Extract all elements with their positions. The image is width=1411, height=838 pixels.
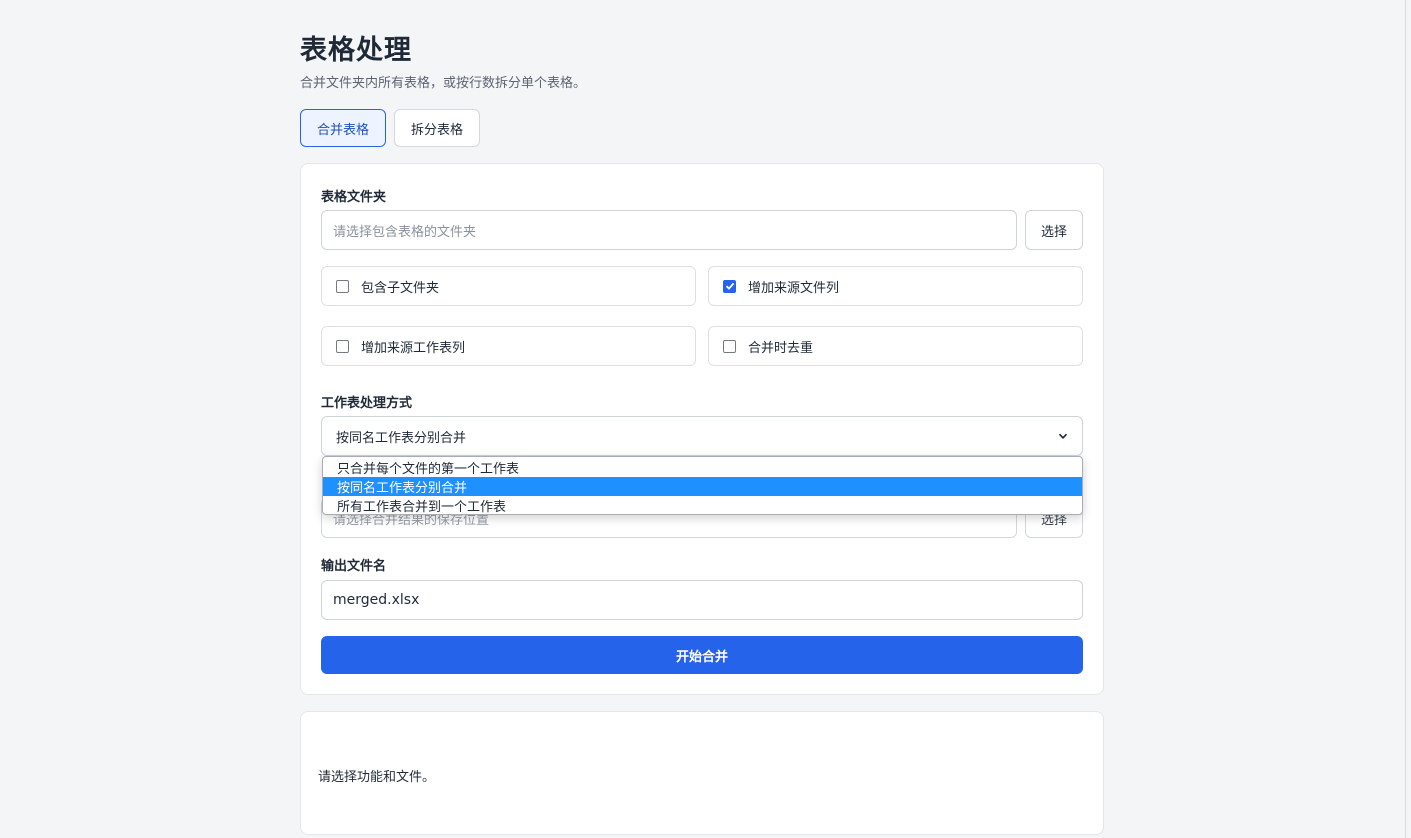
choose-folder-button[interactable]: 选择 xyxy=(1025,210,1083,250)
sheet-mode-label: 工作表处理方式 xyxy=(321,396,413,411)
dropdown-option-selected[interactable]: 按同名工作表分别合并 xyxy=(323,477,1082,496)
option-add-source-sheet-column[interactable]: 增加来源工作表列 xyxy=(321,326,696,366)
option-add-source-file-column[interactable]: 增加来源文件列 xyxy=(708,266,1083,306)
option-label: 合并时去重 xyxy=(748,340,814,356)
checkbox-checked-icon[interactable] xyxy=(723,279,736,293)
status-message: 请选择功能和文件。 xyxy=(318,770,436,785)
sheet-mode-dropdown: 只合并每个文件的第一个工作表 按同名工作表分别合并 所有工作表合并到一个工作表 xyxy=(322,456,1083,515)
merge-form-card: 表格文件夹 请选择包含表格的文件夹 选择 包含子文件夹 增加来源文件列 增加来源… xyxy=(300,163,1104,695)
chevron-down-icon xyxy=(1058,433,1068,439)
option-label: 增加来源文件列 xyxy=(748,280,840,296)
dropdown-option[interactable]: 所有工作表合并到一个工作表 xyxy=(323,496,1082,515)
option-label: 包含子文件夹 xyxy=(361,280,440,296)
folder-input[interactable]: 请选择包含表格的文件夹 xyxy=(321,210,1017,250)
sheet-mode-select[interactable]: 按同名工作表分别合并 xyxy=(321,416,1083,456)
page-subtitle: 合并文件夹内所有表格，或按行数拆分单个表格。 xyxy=(300,76,587,91)
tab-split[interactable]: 拆分表格 xyxy=(394,109,480,147)
sheet-mode-selected: 按同名工作表分别合并 xyxy=(336,430,467,446)
dropdown-option[interactable]: 只合并每个文件的第一个工作表 xyxy=(323,458,1082,477)
checkbox-icon[interactable] xyxy=(723,339,736,353)
folder-label: 表格文件夹 xyxy=(321,190,387,205)
start-merge-button[interactable]: 开始合并 xyxy=(321,636,1083,674)
output-name-label: 输出文件名 xyxy=(321,559,387,574)
option-include-subfolders[interactable]: 包含子文件夹 xyxy=(321,266,696,306)
status-card: 请选择功能和文件。 xyxy=(300,711,1104,835)
output-name-input[interactable]: merged.xlsx xyxy=(321,580,1083,620)
option-label: 增加来源工作表列 xyxy=(361,340,466,356)
page-scrollbar[interactable] xyxy=(1405,0,1411,838)
option-dedupe[interactable]: 合并时去重 xyxy=(708,326,1083,366)
checkbox-icon[interactable] xyxy=(336,339,349,353)
page-title: 表格处理 xyxy=(300,35,412,66)
tab-merge[interactable]: 合并表格 xyxy=(300,109,386,147)
checkbox-icon[interactable] xyxy=(336,279,349,293)
